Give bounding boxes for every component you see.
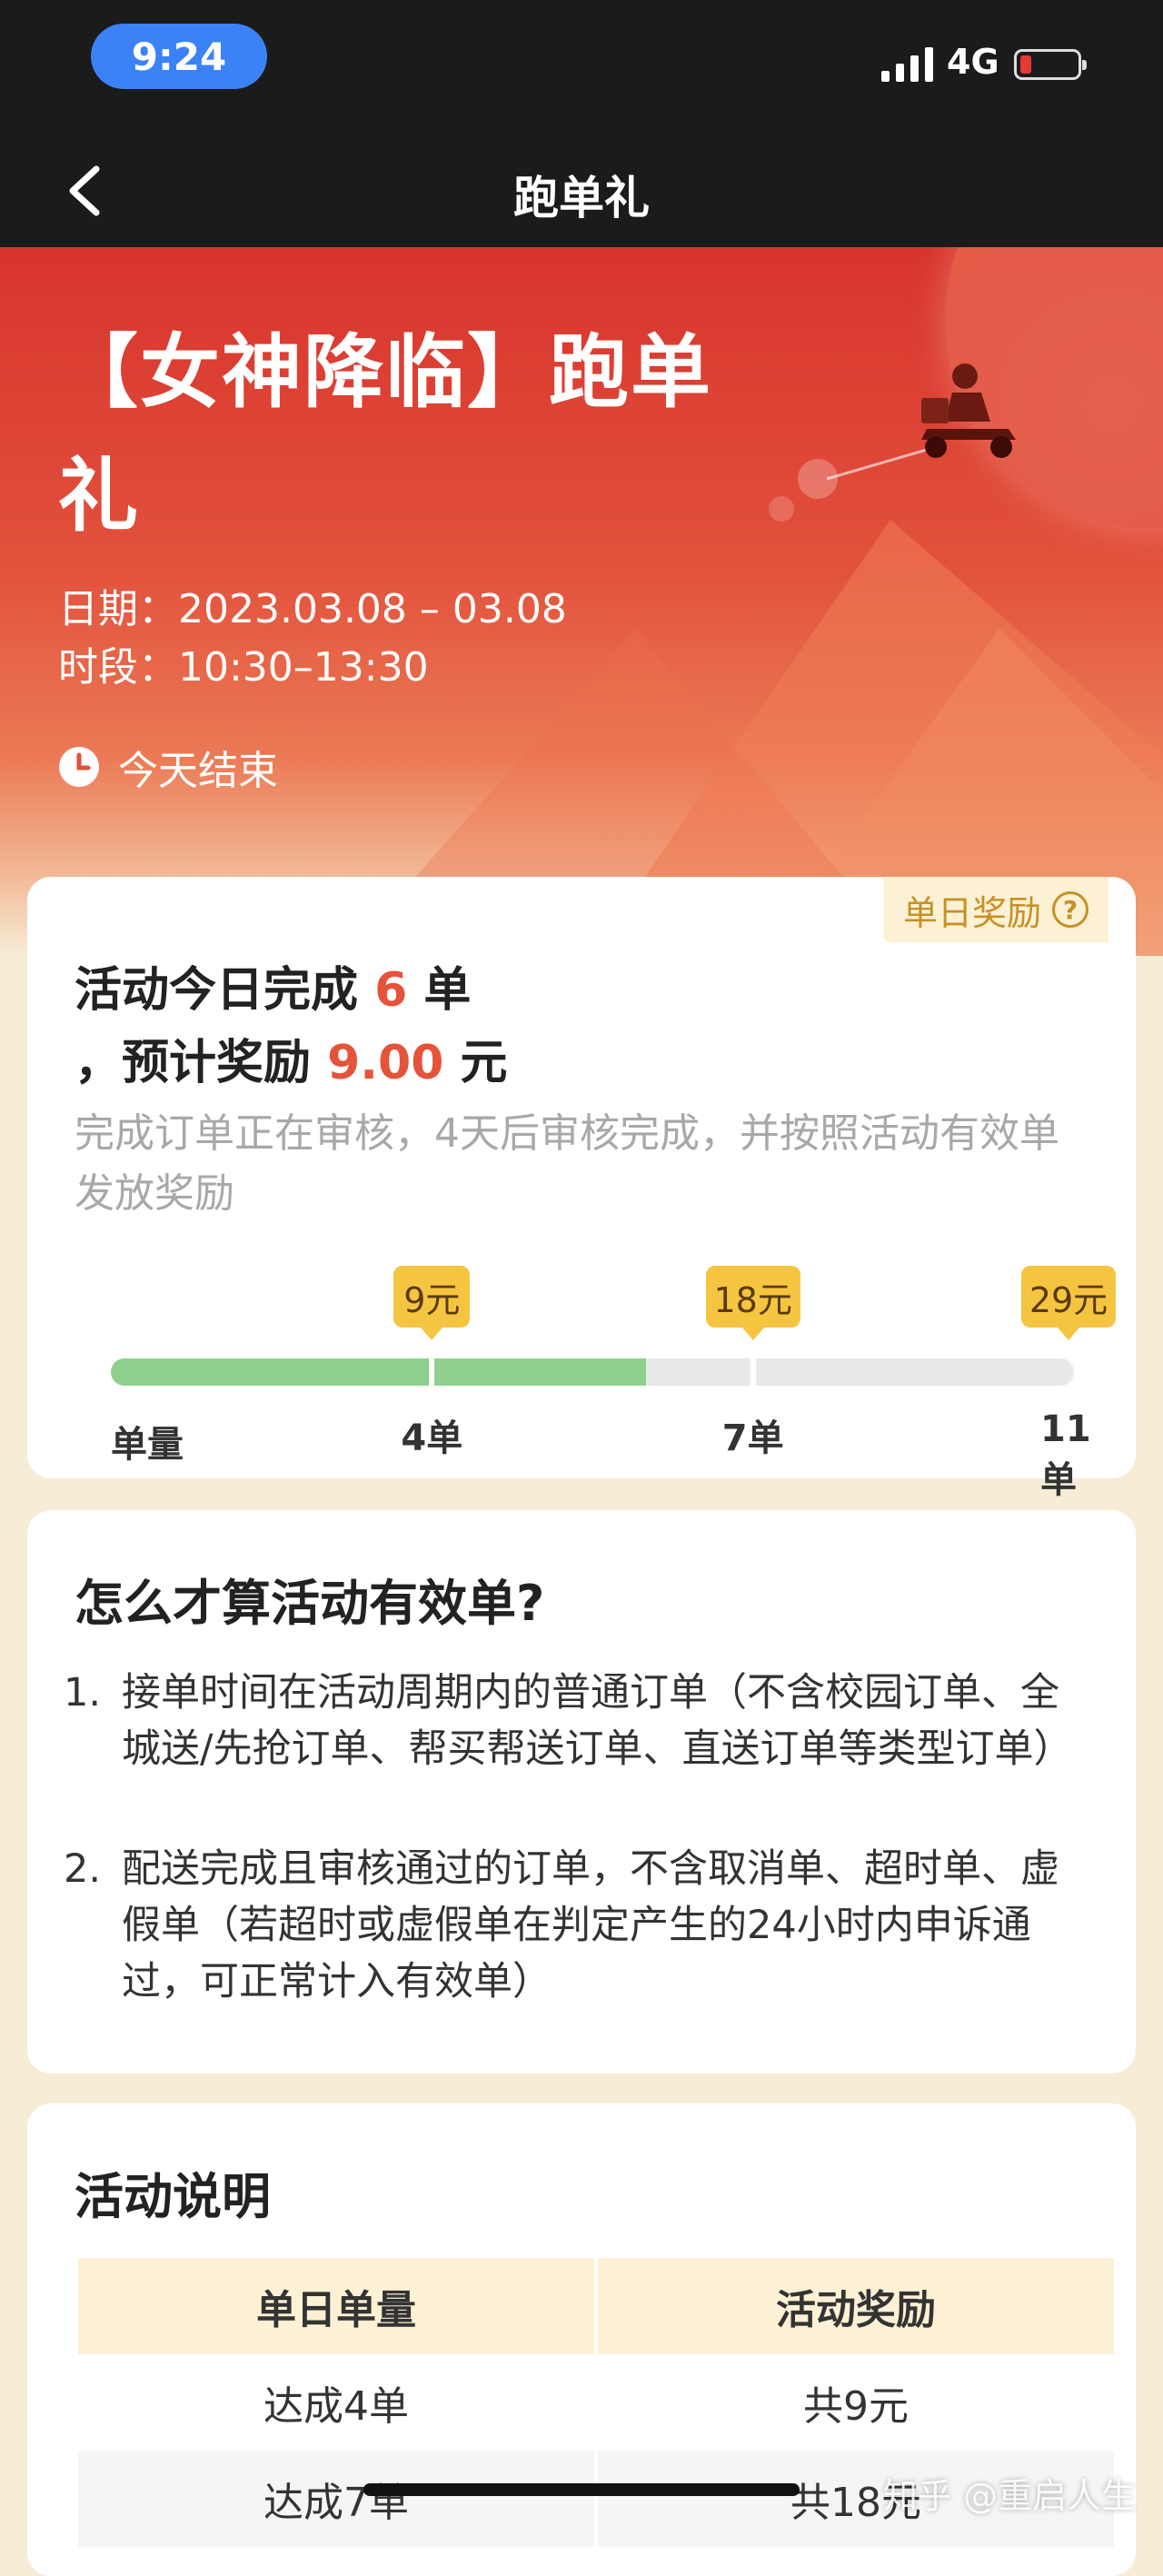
rule-number: 1. xyxy=(64,1670,102,1716)
progress-axis-label: 单量 xyxy=(111,1424,184,1466)
status-time: 9:24 xyxy=(91,24,267,89)
table-row: 达成4单 共9元 xyxy=(78,2354,1114,2451)
completed-orders-line: 活动今日完成 6 单 xyxy=(75,951,471,1019)
daily-reward-label: 单日奖励 xyxy=(902,892,1041,933)
home-indicator[interactable] xyxy=(363,2483,800,2496)
hero-banner: 【女神降临】跑单礼 日期：2023.03.08 – 03.08 时段：10:30… xyxy=(0,247,1163,956)
expected-reward-amount: 9.00 xyxy=(327,1036,444,1090)
completed-orders-count: 6 xyxy=(374,963,408,1018)
delivery-rider-icon xyxy=(921,363,1016,458)
watermark: 知乎 @重启人生 xyxy=(883,2476,1137,2516)
table-header-row: 单日单量 活动奖励 xyxy=(78,2258,1114,2354)
table-cell: 达成4单 xyxy=(263,2383,409,2430)
status-bar: 9:24 4G xyxy=(0,0,1163,136)
table-header: 活动奖励 xyxy=(598,2258,1114,2354)
reward-prefix: ，预计奖励 xyxy=(75,1036,328,1090)
expected-reward-line: ，预计奖励 9.00 元 xyxy=(75,1024,508,1092)
completed-prefix: 活动今日完成 xyxy=(75,963,375,1018)
activity-title: 【女神降临】跑单礼 xyxy=(58,325,713,542)
nav-bar: 跑单礼 xyxy=(0,136,1163,247)
progress-separator xyxy=(429,1358,435,1386)
table-cell: 共9元 xyxy=(803,2383,909,2430)
network-type: 4G xyxy=(947,42,999,82)
rule-text: 接单时间在活动周期内的普通订单（不含校园订单、全城送/先抢订单、帮买帮送订单、直… xyxy=(122,1670,1073,1772)
milestone-reward-tag: 18元 xyxy=(705,1266,800,1340)
activity-time-slot: 时段：10:30–13:30 xyxy=(58,644,429,691)
table-cell: 达成7单 xyxy=(78,2451,594,2547)
progress-separator xyxy=(750,1358,756,1386)
rule-number: 2. xyxy=(64,1846,102,1892)
audit-note: 完成订单正在审核，4天后审核完成，并按照活动有效单发放奖励 xyxy=(75,1110,1059,1217)
rule-item: 2. 配送完成且审核通过的订单，不含取消单、超时单、虚假单（若超时或虚假单在判定… xyxy=(64,1841,1090,2010)
milestone-order-label: 11单 xyxy=(1040,1408,1091,1501)
summary-card: 单日奖励 ? 活动今日完成 6 单 ，预计奖励 9.00 元 完成订单正在审核，… xyxy=(27,877,1136,1501)
end-status-label: 今天结束 xyxy=(118,748,278,794)
reward-suffix: 元 xyxy=(443,1036,508,1090)
description-title: 活动说明 xyxy=(75,2168,271,2225)
table-header: 单日单量 xyxy=(78,2258,594,2354)
end-status: 今天结束 xyxy=(58,738,278,796)
daily-reward-badge[interactable]: 单日奖励 ? xyxy=(883,877,1108,942)
clock-icon xyxy=(59,747,99,787)
valid-order-rules-card: 怎么才算活动有效单? 1. 接单时间在活动周期内的普通订单（不含校园订单、全城送… xyxy=(27,1510,1136,2074)
progress-fill xyxy=(111,1358,646,1386)
signal-icon xyxy=(881,47,933,82)
rules-title: 怎么才算活动有效单? xyxy=(75,1575,545,1632)
order-progress-bar xyxy=(111,1358,1074,1386)
help-icon[interactable]: ? xyxy=(1052,891,1088,928)
milestone-reward-tag: 29元 xyxy=(1021,1266,1116,1340)
milestone-reward-tag: 9元 xyxy=(393,1266,471,1340)
completed-suffix: 单 xyxy=(407,963,472,1018)
rule-text: 配送完成且审核通过的订单，不含取消单、超时单、虚假单（若超时或虚假单在判定产生的… xyxy=(122,1846,1059,2004)
rule-item: 1. 接单时间在活动周期内的普通订单（不含校园订单、全城送/先抢订单、帮买帮送订… xyxy=(64,1665,1090,1777)
page-title: 跑单礼 xyxy=(513,172,650,224)
battery-icon xyxy=(1014,49,1087,80)
milestone-order-label: 7单 xyxy=(721,1417,784,1459)
milestone-order-label: 4单 xyxy=(401,1417,463,1459)
activity-date: 日期：2023.03.08 – 03.08 xyxy=(58,586,567,632)
